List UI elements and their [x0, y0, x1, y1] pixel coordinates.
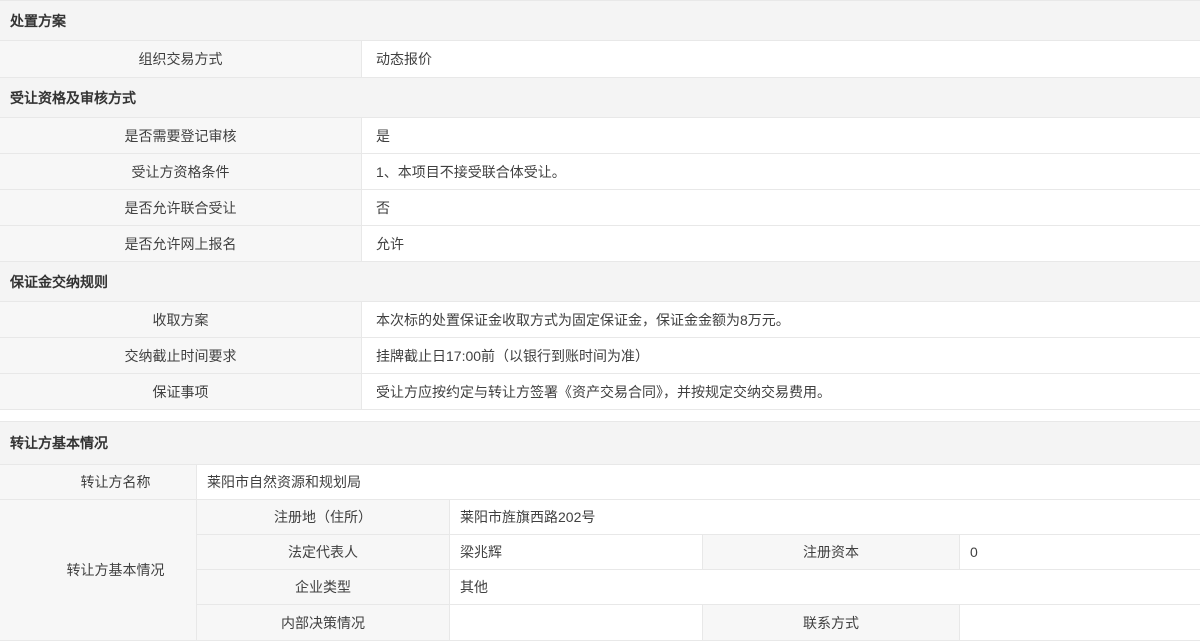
- field-label-legal-representative: 法定代表人: [197, 535, 450, 569]
- field-label-payment-deadline: 交纳截止时间要求: [0, 338, 362, 373]
- field-label-transferor-basic-info: 转让方基本情况: [0, 500, 197, 640]
- field-value-registered-address: 莱阳市旌旗西路202号: [450, 500, 1200, 534]
- field-label-registration-review-required: 是否需要登记审核: [0, 118, 362, 153]
- row-online-signup-allowed: 是否允许网上报名 允许: [0, 226, 1200, 262]
- field-label-organization-trade-method: 组织交易方式: [0, 41, 362, 77]
- field-value-transferor-name: 莱阳市自然资源和规划局: [197, 465, 1200, 499]
- field-value-collection-plan: 本次标的处置保证金收取方式为固定保证金，保证金金额为8万元。: [362, 302, 1200, 337]
- field-value-legal-representative: 梁兆辉: [450, 535, 703, 569]
- section-title-deposit-rules: 保证金交纳规则: [0, 262, 1200, 302]
- field-value-registration-review-required: 是: [362, 118, 1200, 153]
- section-title-disposal-plan: 处置方案: [0, 1, 1200, 41]
- transferor-basic-info-group: 转让方基本情况 注册地（住所） 莱阳市旌旗西路202号 法定代表人 梁兆辉 注册…: [0, 500, 1200, 640]
- row-guarantee-matters: 保证事项 受让方应按约定与转让方签署《资产交易合同》，并按规定交纳交易费用。: [0, 374, 1200, 410]
- row-transferee-qualification-conditions: 受让方资格条件 1、本项目不接受联合体受让。: [0, 154, 1200, 190]
- row-payment-deadline: 交纳截止时间要求 挂牌截止日17:00前（以银行到账时间为准）: [0, 338, 1200, 374]
- field-label-contact-info: 联系方式: [703, 605, 960, 640]
- field-value-internal-decision: [450, 605, 703, 640]
- field-label-internal-decision: 内部决策情况: [197, 605, 450, 640]
- field-value-enterprise-type: 其他: [450, 570, 1200, 604]
- field-value-organization-trade-method: 动态报价: [362, 41, 1200, 77]
- field-label-joint-transfer-allowed: 是否允许联合受让: [0, 190, 362, 225]
- row-internal-decision: 内部决策情况 联系方式: [197, 605, 1200, 640]
- asset-disposal-detail-page: 处置方案 组织交易方式 动态报价 受让资格及审核方式 是否需要登记审核 是 受让…: [0, 0, 1200, 641]
- field-value-registered-capital: 0: [960, 535, 1200, 569]
- transferor-info-table: 转让方基本情况 转让方名称 莱阳市自然资源和规划局 转让方基本情况 注册地（住所…: [0, 421, 1200, 641]
- transferor-basic-info-rows: 注册地（住所） 莱阳市旌旗西路202号 法定代表人 梁兆辉 注册资本 0 企业类…: [197, 500, 1200, 640]
- row-registration-review-required: 是否需要登记审核 是: [0, 118, 1200, 154]
- field-value-transferee-qualification-conditions: 1、本项目不接受联合体受让。: [362, 154, 1200, 189]
- row-transferor-name: 转让方名称 莱阳市自然资源和规划局: [0, 465, 1200, 500]
- field-value-online-signup-allowed: 允许: [362, 226, 1200, 261]
- field-label-enterprise-type: 企业类型: [197, 570, 450, 604]
- section-title-transferee-qualification: 受让资格及审核方式: [0, 78, 1200, 118]
- disposal-plan-table: 处置方案 组织交易方式 动态报价 受让资格及审核方式 是否需要登记审核 是 受让…: [0, 0, 1200, 410]
- field-value-guarantee-matters: 受让方应按约定与转让方签署《资产交易合同》，并按规定交纳交易费用。: [362, 374, 1200, 409]
- row-joint-transfer-allowed: 是否允许联合受让 否: [0, 190, 1200, 226]
- table-spacer: [0, 410, 1200, 421]
- field-label-transferor-name: 转让方名称: [0, 465, 197, 499]
- row-organization-trade-method: 组织交易方式 动态报价: [0, 41, 1200, 78]
- field-label-guarantee-matters: 保证事项: [0, 374, 362, 409]
- field-label-collection-plan: 收取方案: [0, 302, 362, 337]
- field-value-contact-info: [960, 605, 1200, 640]
- row-collection-plan: 收取方案 本次标的处置保证金收取方式为固定保证金，保证金金额为8万元。: [0, 302, 1200, 338]
- field-label-registered-address: 注册地（住所）: [197, 500, 450, 534]
- field-value-joint-transfer-allowed: 否: [362, 190, 1200, 225]
- row-legal-representative: 法定代表人 梁兆辉 注册资本 0: [197, 535, 1200, 570]
- field-label-online-signup-allowed: 是否允许网上报名: [0, 226, 362, 261]
- row-enterprise-type: 企业类型 其他: [197, 570, 1200, 605]
- field-value-payment-deadline: 挂牌截止日17:00前（以银行到账时间为准）: [362, 338, 1200, 373]
- section-title-transferor-info: 转让方基本情况: [0, 422, 1200, 465]
- field-label-registered-capital: 注册资本: [703, 535, 960, 569]
- field-label-transferee-qualification-conditions: 受让方资格条件: [0, 154, 362, 189]
- row-registered-address: 注册地（住所） 莱阳市旌旗西路202号: [197, 500, 1200, 535]
